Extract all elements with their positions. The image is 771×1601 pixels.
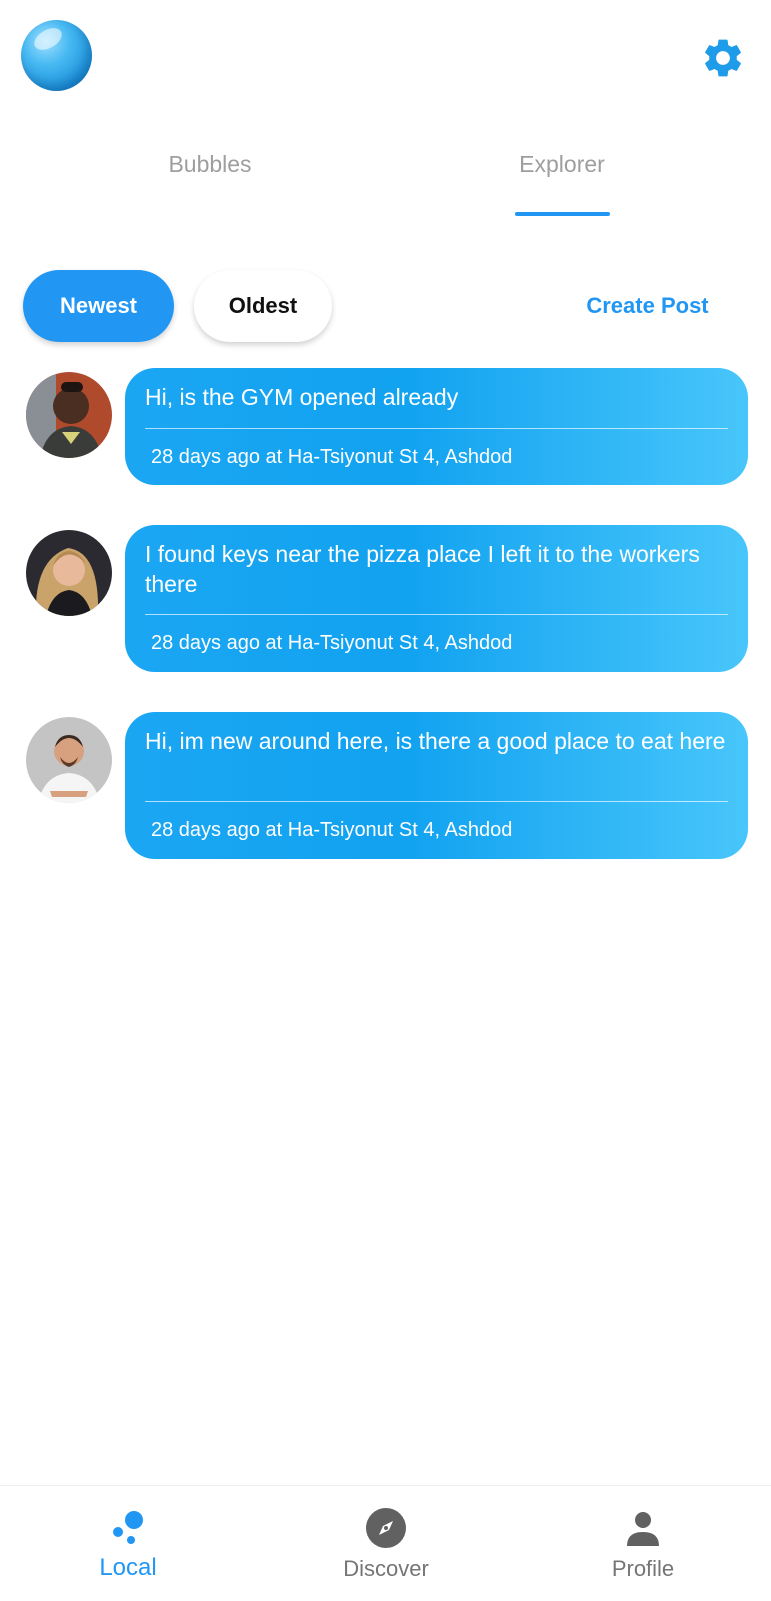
create-post-button[interactable]: Create Post [560,270,735,342]
top-tabs: Bubbles Explorer [0,140,771,220]
nav-local-label: Local [99,1554,157,1581]
sort-oldest-button[interactable]: Oldest [194,270,332,342]
post-bubble[interactable]: Hi, is the GYM opened already 28 days ag… [125,368,748,485]
post-divider [145,428,728,429]
post-text: Hi, im new around here, is there a good … [145,728,726,754]
post-meta: 28 days ago at Ha-Tsiyonut St 4, Ashdod [151,446,513,468]
active-tab-indicator [515,212,610,216]
tab-bubbles[interactable]: Bubbles [110,140,310,220]
post-divider [145,614,728,615]
logo-shine [30,23,66,55]
person-icon [627,1512,659,1546]
compass-icon [366,1508,406,1548]
avatar[interactable] [26,717,112,803]
post-bubble[interactable]: I found keys near the pizza place I left… [125,525,748,672]
sort-newest-button[interactable]: Newest [23,270,174,342]
bottom-navigation: Local Discover Profile [0,1485,771,1601]
nav-local[interactable]: Local [28,1486,228,1601]
tab-explorer[interactable]: Explorer [462,140,662,220]
post-bubble[interactable]: Hi, im new around here, is there a good … [125,712,748,859]
avatar[interactable] [26,372,112,458]
post-text: I found keys near the pizza place I left… [145,541,700,597]
nav-discover-label: Discover [343,1556,429,1581]
settings-button[interactable] [700,35,746,81]
nav-profile-label: Profile [611,1556,675,1581]
gear-icon [705,39,741,77]
avatar[interactable] [26,530,112,616]
app-logo-icon [21,20,92,91]
avatar-image [26,717,112,803]
avatar-image [26,530,112,616]
post-text: Hi, is the GYM opened already [145,384,459,410]
nav-discover[interactable]: Discover [286,1486,486,1601]
post-meta: 28 days ago at Ha-Tsiyonut St 4, Ashdod [151,632,513,654]
nav-profile[interactable]: Profile [543,1486,743,1601]
avatar-image [26,372,112,458]
post-divider [145,801,728,802]
bubbles-icon [113,1511,143,1544]
post-meta: 28 days ago at Ha-Tsiyonut St 4, Ashdod [151,819,513,841]
